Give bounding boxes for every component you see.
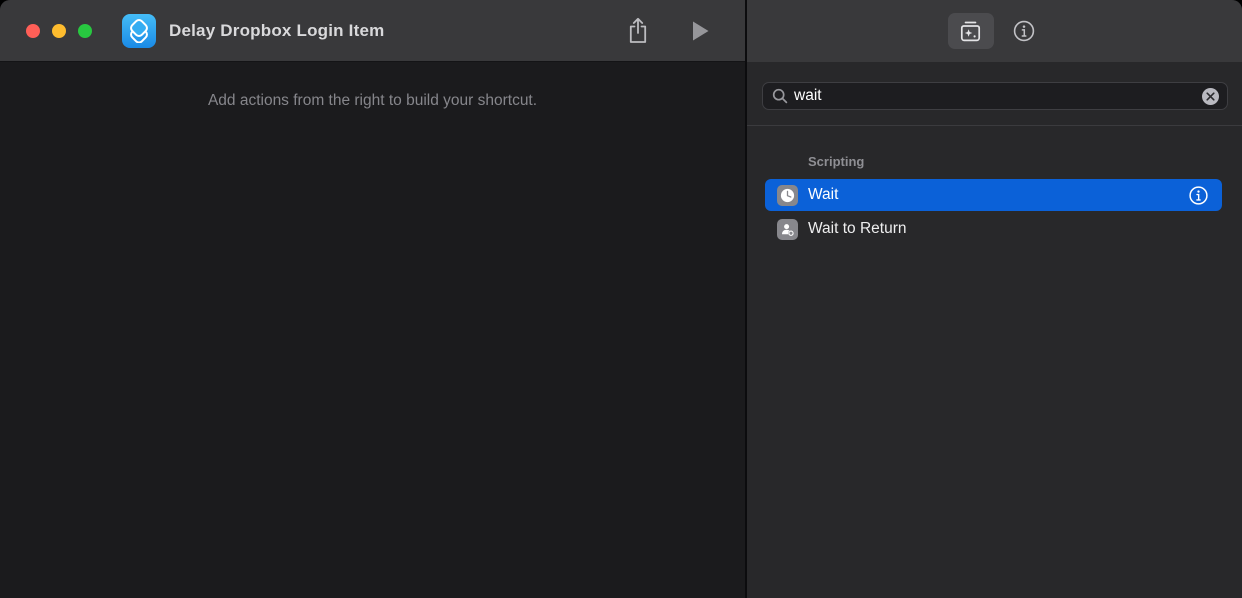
close-button[interactable] bbox=[26, 24, 40, 38]
action-label: Wait to Return bbox=[808, 220, 1209, 238]
action-library-toggle[interactable] bbox=[948, 13, 994, 49]
shortcut-canvas[interactable]: Add actions from the right to build your… bbox=[0, 62, 745, 598]
window-title: Delay Dropbox Login Item bbox=[169, 21, 384, 41]
shortcuts-window: Delay Dropbox Login Item Add actions fro… bbox=[0, 0, 1242, 598]
wait-action-icon bbox=[777, 185, 798, 206]
info-icon bbox=[1188, 185, 1209, 206]
zoom-button[interactable] bbox=[78, 24, 92, 38]
search-input[interactable] bbox=[794, 87, 1202, 105]
magnifier-icon bbox=[772, 88, 788, 104]
action-row-wait[interactable]: Wait bbox=[765, 179, 1222, 211]
share-icon bbox=[626, 16, 650, 45]
search-field[interactable] bbox=[762, 82, 1228, 110]
person-badge-icon bbox=[780, 222, 795, 237]
clear-search-button[interactable] bbox=[1202, 88, 1219, 105]
run-shortcut-button[interactable] bbox=[679, 10, 721, 52]
wait-to-return-action-icon bbox=[777, 219, 798, 240]
action-label: Wait bbox=[808, 186, 1187, 204]
info-icon bbox=[1012, 19, 1036, 43]
shortcuts-glyph bbox=[127, 19, 151, 43]
clock-icon bbox=[780, 188, 795, 203]
action-row-wait-to-return[interactable]: Wait to Return bbox=[765, 213, 1222, 245]
canvas-placeholder-text: Add actions from the right to build your… bbox=[208, 92, 537, 598]
clear-x-icon bbox=[1206, 92, 1215, 101]
titlebar: Delay Dropbox Login Item bbox=[0, 0, 745, 62]
shortcut-details-button[interactable] bbox=[1006, 13, 1042, 49]
library-toolbar bbox=[747, 0, 1242, 62]
section-header-scripting: Scripting bbox=[808, 154, 1222, 169]
shortcuts-app-icon bbox=[122, 14, 156, 48]
action-info-button[interactable] bbox=[1187, 184, 1209, 206]
share-button[interactable] bbox=[617, 10, 659, 52]
minimize-button[interactable] bbox=[52, 24, 66, 38]
action-library-icon bbox=[958, 19, 983, 44]
action-results-list: Scripting Wait bbox=[747, 126, 1242, 598]
action-library-pane: Scripting Wait bbox=[747, 0, 1242, 598]
search-strip bbox=[747, 62, 1242, 126]
traffic-lights bbox=[26, 24, 92, 38]
editor-pane: Delay Dropbox Login Item Add actions fro… bbox=[0, 0, 745, 598]
play-icon bbox=[689, 19, 711, 43]
